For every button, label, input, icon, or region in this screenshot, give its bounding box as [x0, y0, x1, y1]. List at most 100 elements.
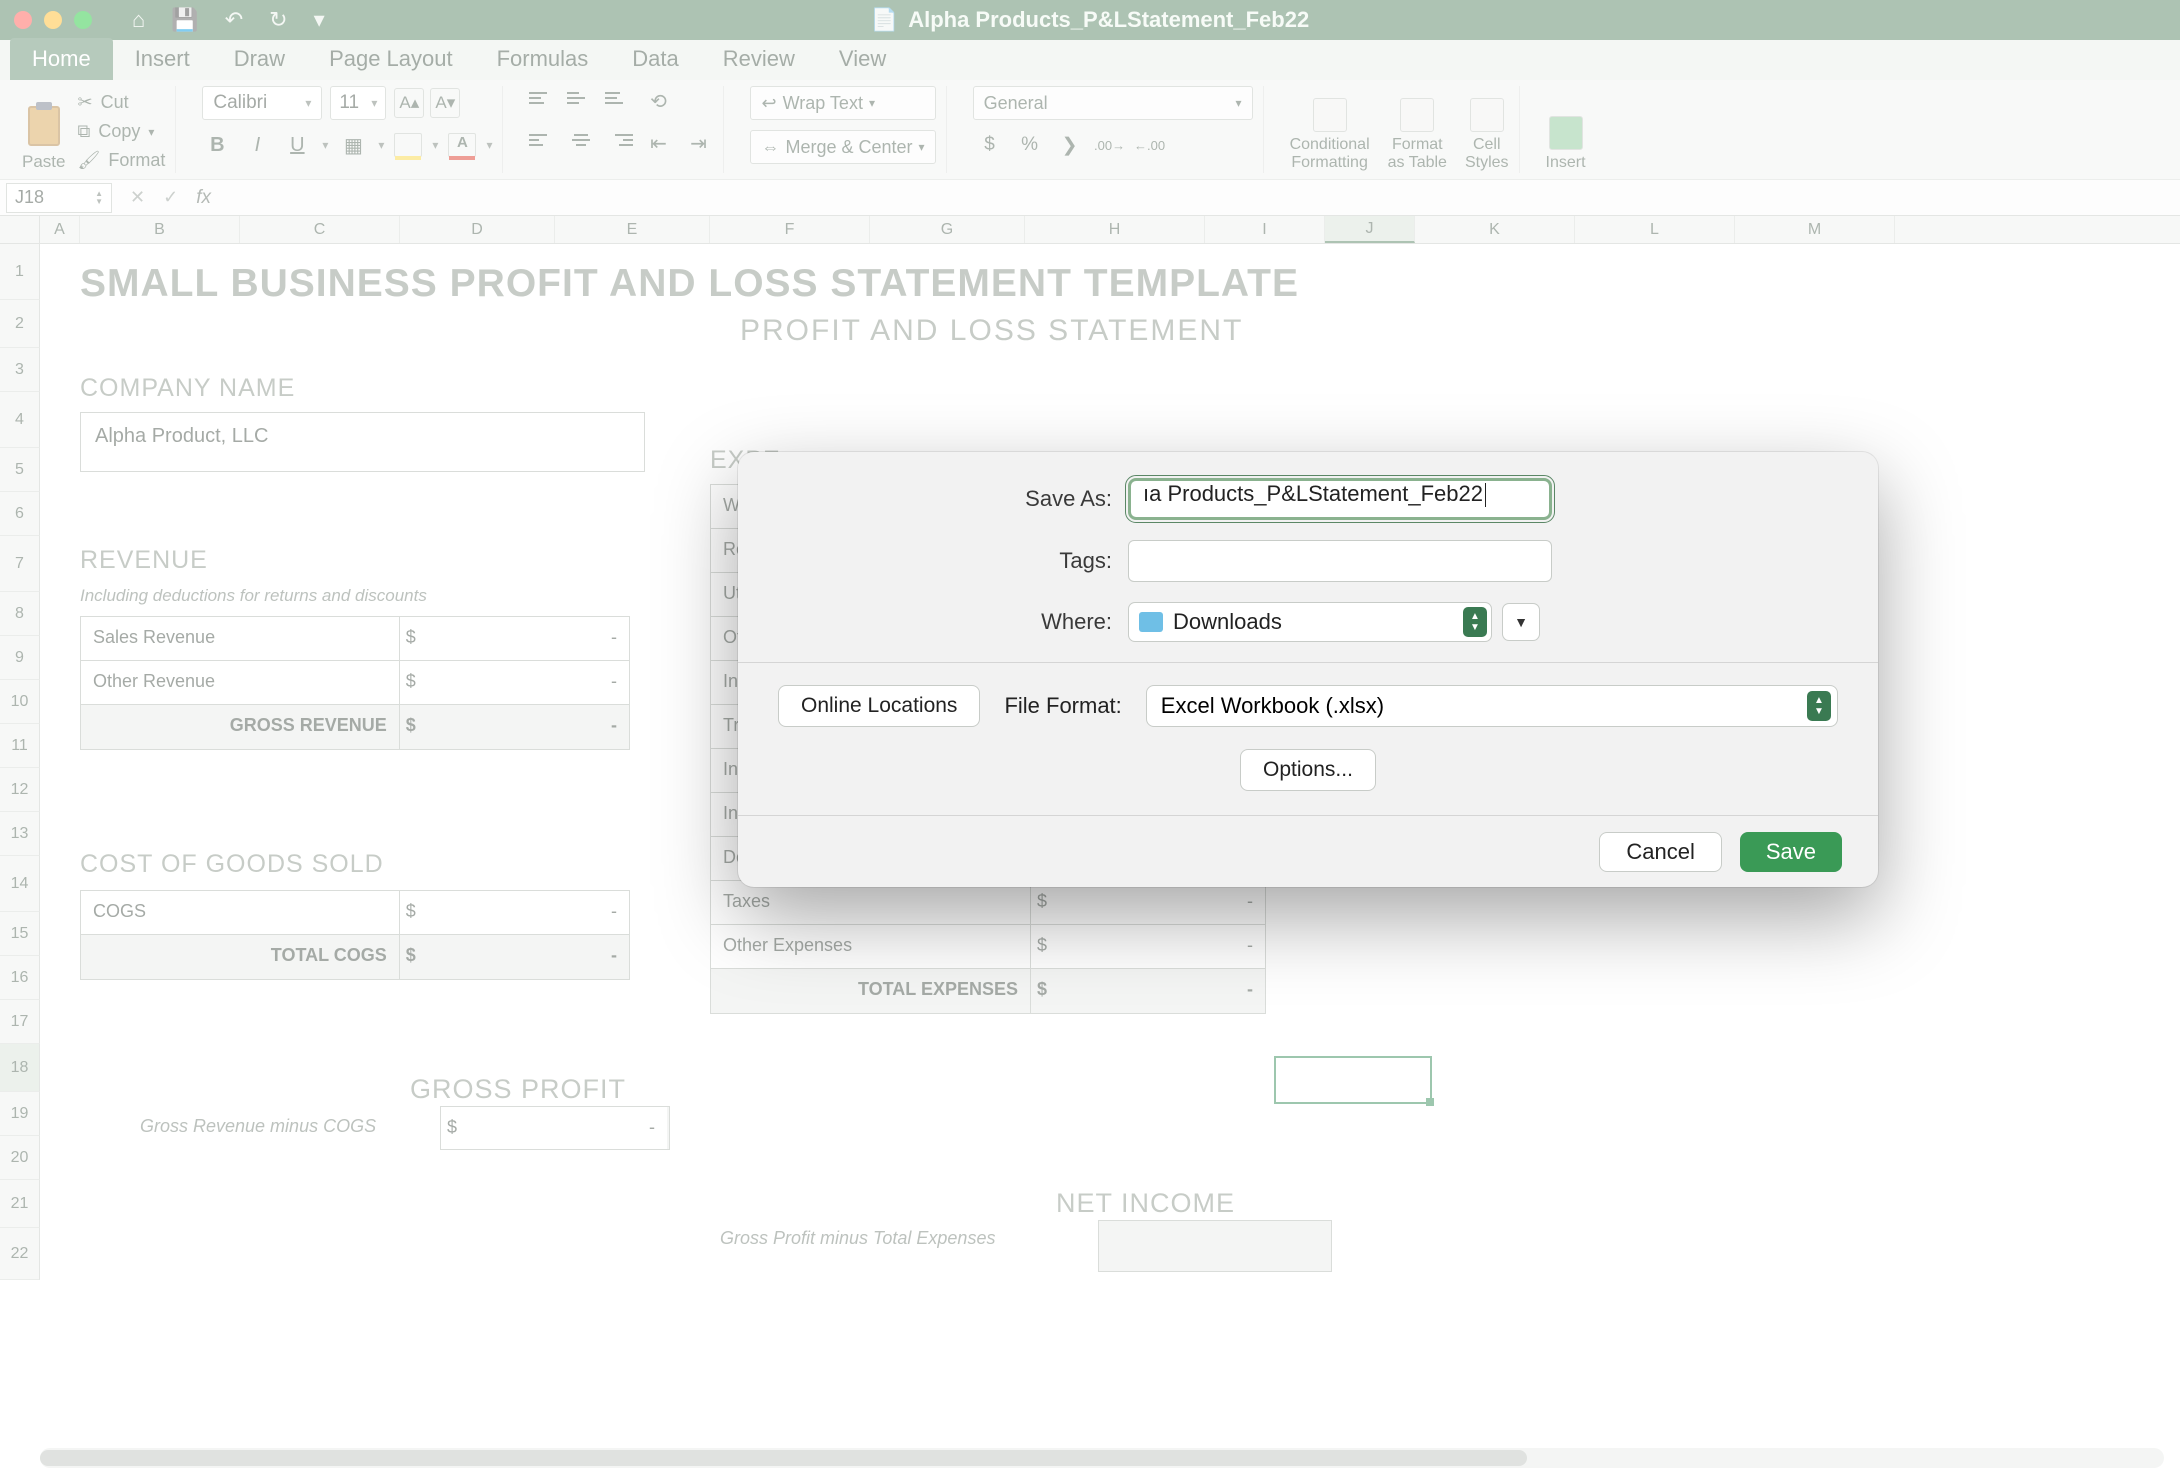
undo-icon[interactable]: ↶ [225, 7, 243, 33]
borders-button[interactable]: ▦ [338, 130, 368, 160]
table-row[interactable]: GROSS REVENUE$- [81, 705, 629, 749]
online-locations-button[interactable]: Online Locations [778, 685, 980, 727]
row-header-8[interactable]: 8 [0, 592, 40, 636]
where-select[interactable]: Downloads ▲▼ [1128, 602, 1492, 642]
font-size-select[interactable]: 11 [330, 86, 386, 120]
fill-color-button[interactable] [394, 133, 422, 157]
row-header-3[interactable]: 3 [0, 348, 40, 392]
tab-formulas[interactable]: Formulas [475, 38, 611, 80]
row-header-19[interactable]: 19 [0, 1092, 40, 1136]
comma-button[interactable]: ❯ [1053, 130, 1087, 160]
row-header-22[interactable]: 22 [0, 1228, 40, 1280]
wrap-text-button[interactable]: ↩Wrap Text▾ [750, 86, 935, 120]
table-row[interactable]: Other Revenue$- [81, 661, 629, 705]
options-button[interactable]: Options... [1240, 749, 1376, 791]
tab-home[interactable]: Home [10, 38, 113, 80]
table-row[interactable]: Sales Revenue$- [81, 617, 629, 661]
cancel-button[interactable]: Cancel [1599, 832, 1721, 872]
horizontal-scrollbar[interactable] [40, 1448, 2164, 1468]
accept-formula-icon[interactable]: ✓ [163, 187, 178, 208]
column-header-J[interactable]: J [1325, 216, 1415, 243]
table-row[interactable]: COGS$- [81, 891, 629, 935]
underline-button[interactable]: U [282, 130, 312, 160]
table-row[interactable]: TOTAL EXPENSES$- [711, 969, 1265, 1013]
row-header-17[interactable]: 17 [0, 1000, 40, 1044]
column-header-I[interactable]: I [1205, 216, 1325, 243]
bold-button[interactable]: B [202, 130, 232, 160]
row-header-14[interactable]: 14 [0, 856, 40, 912]
decrease-decimal-button[interactable]: ←.00 [1133, 130, 1167, 160]
save-as-input[interactable]: ıa Products_P&LStatement_Feb22 [1128, 478, 1552, 520]
zoom-window-button[interactable] [74, 11, 92, 29]
align-bottom-button[interactable] [605, 86, 633, 110]
row-header-10[interactable]: 10 [0, 680, 40, 724]
row-header-4[interactable]: 4 [0, 392, 40, 448]
row-header-2[interactable]: 2 [0, 300, 40, 348]
close-window-button[interactable] [14, 11, 32, 29]
table-row[interactable]: Taxes$- [711, 881, 1265, 925]
align-right-button[interactable] [605, 128, 633, 152]
tags-input[interactable] [1128, 540, 1552, 582]
increase-indent-button[interactable]: ⇥ [683, 128, 713, 158]
copy-button[interactable]: ⧉Copy▾ [77, 121, 165, 142]
file-format-select[interactable]: Excel Workbook (.xlsx) ▲▼ [1146, 685, 1838, 727]
row-header-21[interactable]: 21 [0, 1180, 40, 1228]
percent-button[interactable]: % [1013, 130, 1047, 160]
row-header-1[interactable]: 1 [0, 244, 40, 300]
company-name-value[interactable]: Alpha Product, LLC [80, 412, 645, 472]
row-header-7[interactable]: 7 [0, 536, 40, 592]
row-header-9[interactable]: 9 [0, 636, 40, 680]
scrollbar-thumb[interactable] [40, 1450, 1527, 1466]
align-center-button[interactable] [567, 128, 595, 152]
decrease-font-button[interactable]: A▾ [430, 88, 460, 118]
row-header-13[interactable]: 13 [0, 812, 40, 856]
column-header-M[interactable]: M [1735, 216, 1895, 243]
format-painter-button[interactable]: 🖌Format [77, 150, 165, 171]
column-header-K[interactable]: K [1415, 216, 1575, 243]
align-left-button[interactable] [529, 128, 557, 152]
tab-data[interactable]: Data [610, 38, 700, 80]
column-header-C[interactable]: C [240, 216, 400, 243]
row-header-12[interactable]: 12 [0, 768, 40, 812]
currency-button[interactable]: $ [973, 130, 1007, 160]
tab-review[interactable]: Review [701, 38, 817, 80]
net-income-cell[interactable] [1098, 1220, 1332, 1272]
row-header-18[interactable]: 18 [0, 1044, 40, 1092]
tab-draw[interactable]: Draw [212, 38, 307, 80]
column-header-B[interactable]: B [80, 216, 240, 243]
merge-center-button[interactable]: ⇔Merge & Center▾ [750, 130, 935, 164]
row-header-5[interactable]: 5 [0, 448, 40, 492]
save-icon[interactable]: 💾 [171, 7, 198, 33]
align-top-button[interactable] [529, 86, 557, 110]
column-header-L[interactable]: L [1575, 216, 1735, 243]
column-header-F[interactable]: F [710, 216, 870, 243]
orientation-button[interactable]: ⟲ [643, 86, 673, 116]
expand-dialog-button[interactable]: ▼ [1502, 603, 1540, 641]
cancel-formula-icon[interactable]: ✕ [130, 187, 145, 208]
column-header-H[interactable]: H [1025, 216, 1205, 243]
font-color-button[interactable] [448, 133, 476, 157]
row-header-16[interactable]: 16 [0, 956, 40, 1000]
fill-handle[interactable] [1426, 1098, 1434, 1106]
name-box[interactable]: J18 ▲▼ [6, 183, 112, 213]
column-header-E[interactable]: E [555, 216, 710, 243]
number-format-select[interactable]: General▾ [973, 86, 1253, 120]
format-as-table-button[interactable]: Format as Table [1388, 86, 1447, 172]
customize-qat-icon[interactable]: ▾ [314, 7, 325, 33]
align-middle-button[interactable] [567, 86, 595, 110]
column-header-D[interactable]: D [400, 216, 555, 243]
minimize-window-button[interactable] [44, 11, 62, 29]
select-all-corner[interactable] [0, 216, 40, 243]
tab-page-layout[interactable]: Page Layout [307, 38, 475, 80]
column-header-A[interactable]: A [40, 216, 80, 243]
conditional-formatting-button[interactable]: Conditional Formatting [1290, 86, 1370, 172]
tab-insert[interactable]: Insert [113, 38, 212, 80]
save-button[interactable]: Save [1740, 832, 1842, 872]
decrease-indent-button[interactable]: ⇤ [643, 128, 673, 158]
row-header-15[interactable]: 15 [0, 912, 40, 956]
table-row[interactable]: Other Expenses$- [711, 925, 1265, 969]
cell-styles-button[interactable]: Cell Styles [1465, 86, 1509, 172]
insert-cells-button[interactable]: Insert [1546, 86, 1586, 172]
home-icon[interactable]: ⌂ [132, 7, 145, 33]
row-header-11[interactable]: 11 [0, 724, 40, 768]
